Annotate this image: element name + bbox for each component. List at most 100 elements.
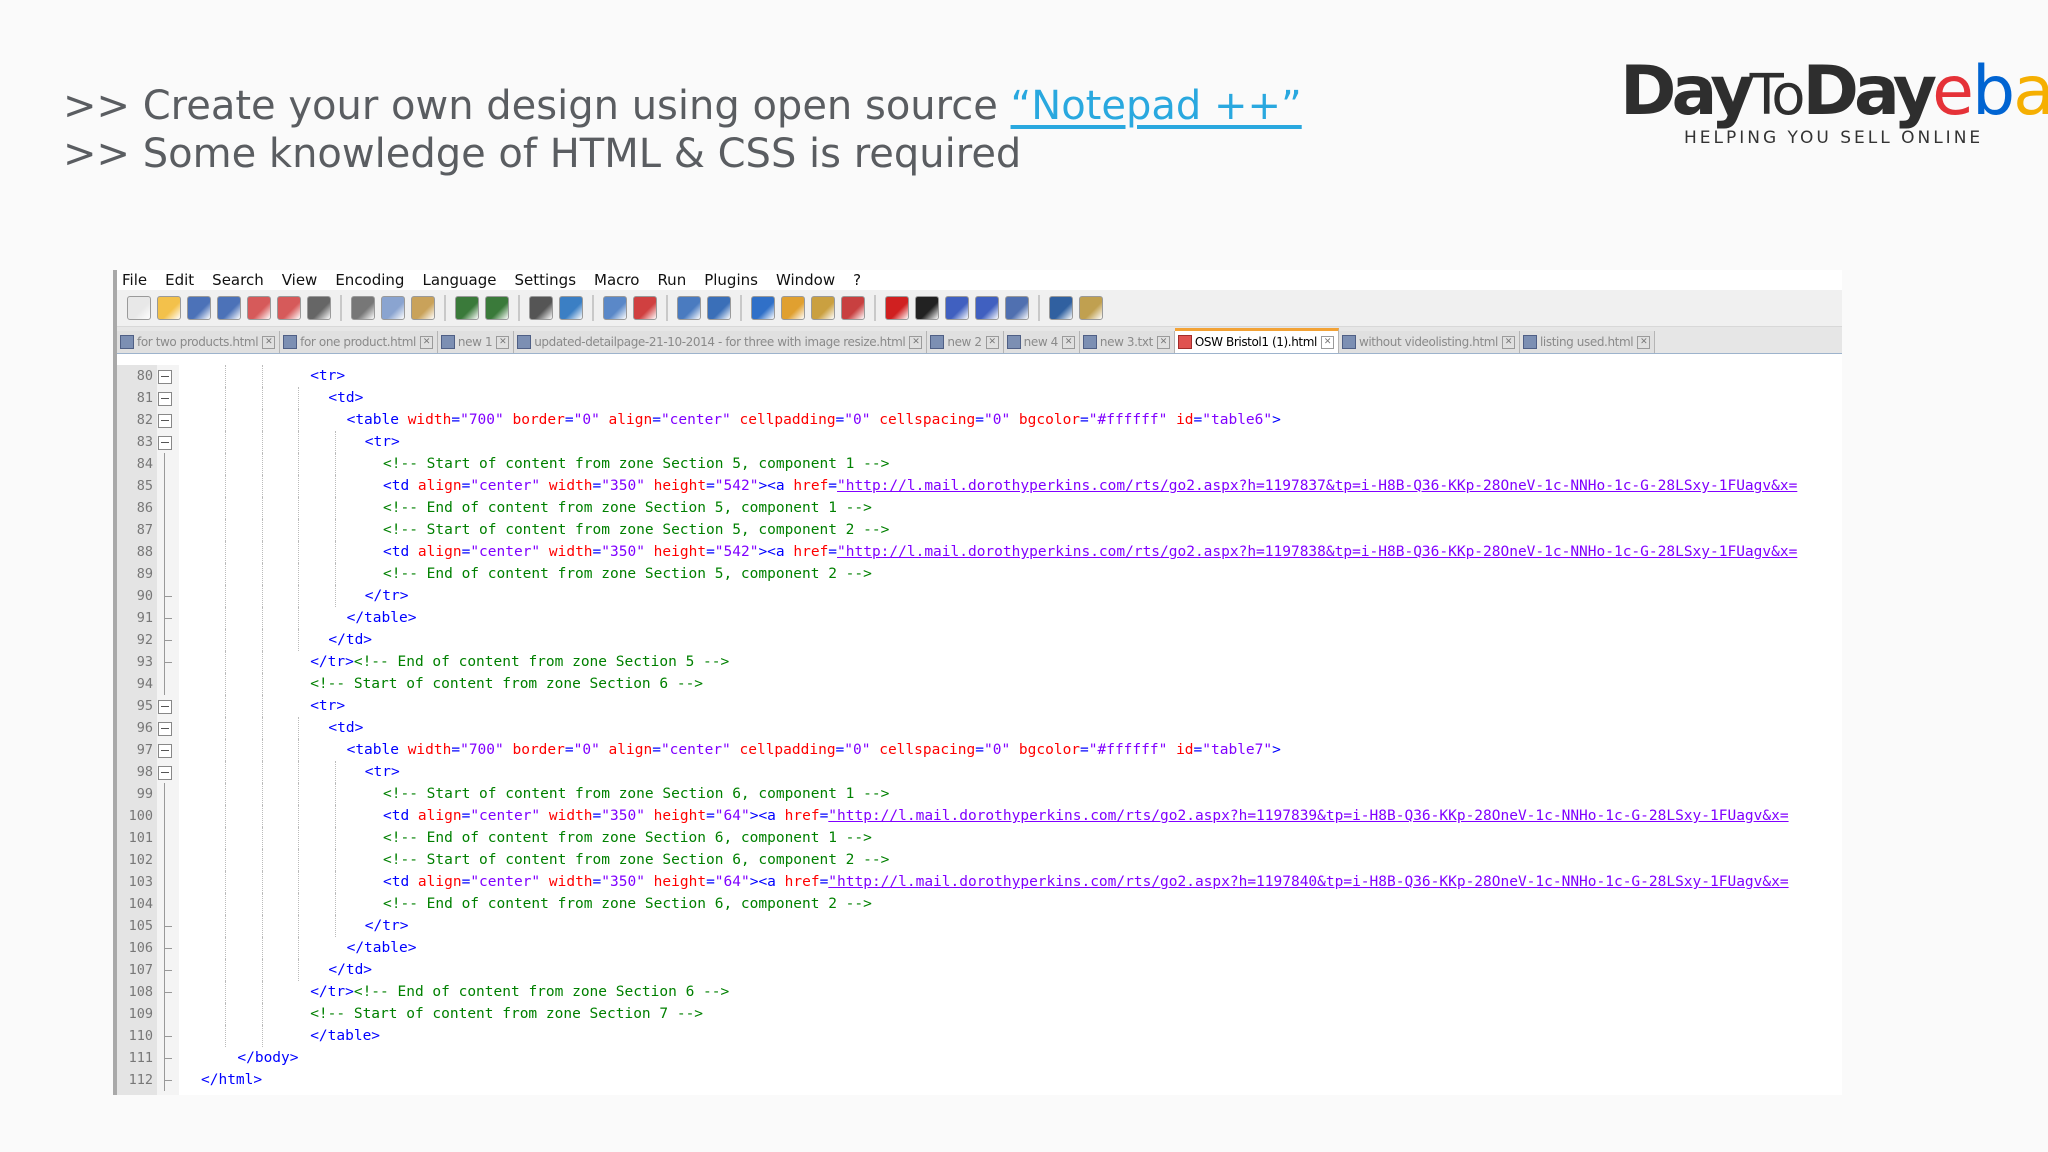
sync-horizontal-icon[interactable] — [707, 296, 731, 320]
menu-item-settings[interactable]: Settings — [515, 271, 577, 289]
replace-icon[interactable] — [559, 296, 583, 320]
copy-icon[interactable] — [381, 296, 405, 320]
close-tab-icon[interactable]: ✕ — [1502, 335, 1515, 349]
tab-0[interactable]: for two products.html ✕ — [117, 331, 281, 353]
indent-guide — [261, 1025, 264, 1047]
undo-icon[interactable] — [455, 296, 479, 320]
indent-guide — [225, 453, 227, 475]
menu-item-macro[interactable]: Macro — [594, 271, 639, 289]
fold-toggle-icon[interactable] — [158, 766, 172, 780]
menu-item-file[interactable]: File — [122, 271, 147, 289]
tab-2[interactable]: new 1 ✕ — [437, 331, 515, 353]
menu-item-encoding[interactable]: Encoding — [335, 271, 404, 289]
sync-vertical-icon[interactable] — [677, 296, 701, 320]
menu-item-search[interactable]: Search — [212, 271, 264, 289]
indent-guide — [261, 849, 264, 871]
indent-guide — [298, 475, 300, 497]
toolbar-separator — [592, 295, 594, 321]
new-file-icon[interactable] — [127, 296, 151, 320]
language-icon[interactable] — [841, 296, 865, 320]
code-text: <tr> — [310, 368, 346, 384]
code-text: <td align="center" width="350" height="5… — [383, 478, 1798, 494]
line-number: 109 — [128, 1006, 153, 1022]
menu-item-run[interactable]: Run — [657, 271, 686, 289]
play-macro-icon[interactable] — [945, 296, 969, 320]
close-all-icon[interactable] — [277, 296, 301, 320]
menu-item-window[interactable]: Window — [776, 271, 835, 289]
close-tab-icon[interactable]: ✕ — [1320, 335, 1334, 349]
indent-guide — [261, 585, 264, 607]
indent-guide — [298, 541, 300, 563]
show-all-chars-icon[interactable] — [781, 296, 805, 320]
indent-guide — [298, 563, 300, 585]
tab-7[interactable]: OSW Bristol1 (1).html ✕ — [1174, 328, 1339, 353]
print-icon[interactable] — [307, 296, 331, 320]
indent-guide — [261, 607, 264, 629]
fold-toggle-icon[interactable] — [158, 722, 172, 736]
plugin-icon[interactable] — [1079, 296, 1103, 320]
close-tab-icon[interactable]: ✕ — [496, 335, 510, 349]
code-text: <!-- End of content from zone Section 5,… — [383, 500, 872, 516]
word-wrap-icon[interactable] — [751, 296, 775, 320]
save-icon[interactable] — [187, 296, 211, 320]
close-tab-icon[interactable]: ✕ — [1061, 335, 1075, 349]
paste-icon[interactable] — [411, 296, 435, 320]
tab-4[interactable]: new 2 ✕ — [927, 331, 1004, 353]
code-line: 98 <tr> — [117, 761, 1842, 783]
indent-guide-icon[interactable] — [811, 296, 835, 320]
close-tab-icon[interactable]: ✕ — [1637, 335, 1651, 349]
tab-6[interactable]: new 3.txt ✕ — [1079, 331, 1175, 353]
zoom-in-icon[interactable] — [603, 296, 627, 320]
indent-guide — [261, 1003, 264, 1025]
indent-guide — [334, 783, 337, 805]
code-editor[interactable]: 80 <tr> 81 <td> 82 <table width="700" border=… — [117, 365, 1842, 1095]
find-icon[interactable] — [529, 296, 553, 320]
code-line: 94 <!-- Start of content from zone Sectio… — [117, 673, 1842, 695]
file-icon — [440, 335, 455, 349]
fold-toggle-icon[interactable] — [158, 744, 172, 758]
save-macro-icon[interactable] — [1005, 296, 1029, 320]
fold-toggle-icon[interactable] — [158, 414, 172, 428]
tab-1[interactable]: for one product.html ✕ — [280, 331, 438, 353]
indent-guide — [225, 387, 227, 409]
menu-item-[interactable]: ? — [853, 271, 861, 289]
redo-icon[interactable] — [485, 296, 509, 320]
cut-icon[interactable] — [351, 296, 375, 320]
toolbar-separator — [518, 295, 520, 321]
toolbar-separator — [1038, 295, 1040, 321]
open-file-icon[interactable] — [157, 296, 181, 320]
tab-5[interactable]: new 4 ✕ — [1003, 331, 1080, 353]
notepad-link[interactable]: “Notepad ++” — [1011, 83, 1302, 129]
menu-item-language[interactable]: Language — [422, 271, 496, 289]
indent-guide — [298, 761, 300, 783]
indent-guide — [261, 651, 264, 673]
fold-toggle-icon[interactable] — [158, 436, 172, 450]
record-macro-icon[interactable] — [885, 296, 909, 320]
menu-item-edit[interactable]: Edit — [165, 271, 194, 289]
close-tab-icon[interactable]: ✕ — [262, 335, 276, 349]
stop-record-icon[interactable] — [915, 296, 939, 320]
fold-toggle-icon[interactable] — [158, 700, 172, 714]
close-icon[interactable] — [247, 296, 271, 320]
close-tab-icon[interactable]: ✕ — [985, 335, 999, 349]
code-text: <!-- Start of content from zone Section … — [310, 1006, 704, 1022]
tab-8[interactable]: without videolisting.html ✕ — [1338, 331, 1520, 353]
menu-item-plugins[interactable]: Plugins — [704, 271, 758, 289]
code-line: 107 </td> — [117, 959, 1842, 981]
zoom-out-icon[interactable] — [633, 296, 657, 320]
tab-3[interactable]: updated-detailpage-21-10-2014 - for thre… — [514, 331, 928, 353]
fold-line — [164, 849, 165, 871]
fold-toggle-icon[interactable] — [158, 392, 172, 406]
close-tab-icon[interactable]: ✕ — [1156, 335, 1170, 349]
tab-9[interactable]: listing used.html ✕ — [1520, 331, 1656, 353]
menu-item-view[interactable]: View — [282, 271, 318, 289]
spellcheck-icon[interactable] — [1049, 296, 1073, 320]
indent-guide — [334, 475, 337, 497]
fold-toggle-icon[interactable] — [158, 370, 172, 384]
close-tab-icon[interactable]: ✕ — [909, 335, 923, 349]
line-number: 107 — [128, 962, 153, 978]
close-tab-icon[interactable]: ✕ — [419, 335, 433, 349]
run-macro-multiple-icon[interactable] — [975, 296, 999, 320]
save-all-icon[interactable] — [217, 296, 241, 320]
indent-guide — [225, 959, 227, 981]
